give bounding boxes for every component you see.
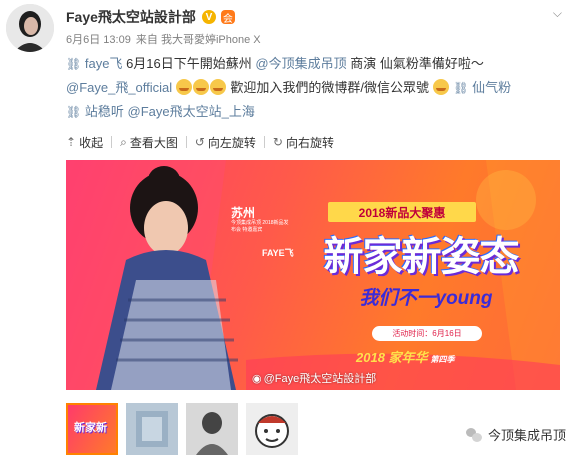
username[interactable]: Faye飛太空站設計部: [66, 7, 196, 27]
brand-name: 今顶集成吊顶: [487, 428, 566, 443]
post-content: ⛓ faye飞 6月16日下午開始蘇州 @今顶集成吊顶 商演 仙氣粉準備好啦～ …: [66, 52, 560, 124]
collapse-button[interactable]: ⇡ 收起: [66, 134, 103, 151]
avatar[interactable]: [6, 4, 54, 52]
banner-city: 苏州: [231, 206, 256, 220]
toolbar-divider: [185, 136, 187, 148]
thumbnail[interactable]: [246, 403, 298, 455]
post-header: Faye飛太空站設計部 V 会: [66, 6, 235, 28]
link-icon: ⛓: [453, 81, 469, 95]
emoji-icon: [432, 79, 449, 95]
post-date[interactable]: 6月6日 13:09: [66, 34, 131, 46]
thumbnail[interactable]: [186, 403, 238, 455]
mention-jinding[interactable]: @今顶集成吊顶: [255, 56, 346, 71]
thumbnail-image: [255, 414, 289, 448]
post-image[interactable]: 苏州 今顶集成吊顶 2018新品发布会 特邀嘉宾 FAYE飞 2018新品大聚惠…: [66, 160, 560, 390]
watermark-text: @Faye飛太空站設計部: [263, 373, 377, 385]
emoji-icon: [192, 79, 209, 95]
post-meta: 6月6日 13:09 来自 我大哥愛婷iPhone X: [66, 31, 261, 47]
emoji-icon: [175, 79, 192, 95]
link-icon: ⛓: [66, 57, 82, 71]
banner-event-date: 活动时间：6月16日: [372, 326, 482, 341]
chevron-down-icon[interactable]: ⌵: [553, 6, 562, 21]
thumbnail-image: [136, 411, 168, 447]
banner-season: 第四季: [430, 355, 455, 364]
content-text: 歡迎加入我們的微博群/微信公眾號: [230, 80, 430, 95]
view-large-label: 查看大图: [129, 135, 178, 150]
thumbnail-strip: 新家新: [66, 403, 306, 455]
rotate-left-button[interactable]: ↺ 向左旋转: [195, 134, 256, 151]
mention-faye[interactable]: faye飞: [85, 56, 123, 71]
zoom-icon: ⌕: [120, 134, 127, 149]
content-line-3: ⛓ 站稳听 @Faye飛太空站_上海: [66, 100, 560, 124]
toolbar-divider: [111, 136, 113, 148]
avatar-image: [6, 4, 54, 52]
weibo-post: Faye飛太空站設計部 V 会 ⌵ 6月6日 13:09 来自 我大哥愛婷iPh…: [0, 0, 580, 462]
banner-title: 新家新姿态: [323, 235, 520, 279]
rotate-right-button[interactable]: ↻ 向右旋转: [273, 134, 334, 151]
source-device[interactable]: 我大哥愛婷iPhone X: [161, 34, 261, 46]
emoji-icon: [209, 79, 226, 95]
banner-tag: 2018新品大聚惠: [328, 202, 476, 222]
banner-year-text: 2018 家年华: [356, 350, 428, 365]
banner-watermark: ◉ @Faye飛太空站設計部: [252, 370, 376, 386]
banner-small-text: 今顶集成吊顶 2018新品发布会 特邀嘉宾: [231, 220, 289, 233]
view-large-button[interactable]: ⌕ 查看大图: [120, 134, 178, 151]
thumbnail[interactable]: 新家新: [66, 403, 118, 455]
source-prefix: 来自: [135, 34, 158, 46]
image-toolbar: ⇡ 收起 ⌕ 查看大图 ↺ 向左旋转 ↻ 向右旋转: [66, 132, 340, 152]
verified-badge-icon: V: [201, 10, 216, 24]
mention-faye-official[interactable]: @Faye_飛_official: [66, 80, 172, 95]
link-xianqifen[interactable]: 仙气粉: [469, 80, 511, 95]
thumbnail-label: 新家新: [74, 422, 107, 434]
content-text: 商演 仙氣粉準備好啦～: [350, 56, 484, 71]
rotate-right-icon: ↻: [272, 135, 283, 149]
content-text: 6月16日下午開始蘇州: [126, 56, 252, 71]
mention-faye-shanghai[interactable]: @Faye飛太空站_上海: [128, 104, 255, 119]
content-line-1: ⛓ faye飞 6月16日下午開始蘇州 @今顶集成吊顶 商演 仙氣粉準備好啦～: [66, 52, 560, 76]
wechat-brand: 今顶集成吊顶: [465, 425, 566, 444]
rotate-left-icon: ↺: [194, 135, 205, 149]
link-icon: ⛓: [66, 105, 82, 119]
banner-year-title: 2018 家年华 第四季: [356, 347, 455, 366]
collapse-icon: ⇡: [66, 135, 77, 149]
toolbar-divider: [263, 136, 265, 148]
rotate-left-label: 向左旋转: [207, 135, 256, 150]
thumbnail-image: [196, 412, 228, 455]
collapse-label: 收起: [79, 135, 104, 150]
content-line-2: @Faye_飛_official 歡迎加入我們的微博群/微信公眾號 ⛓ 仙气粉: [66, 76, 560, 100]
rotate-right-label: 向右旋转: [285, 135, 334, 150]
banner-subtitle: 我们不一young: [359, 288, 493, 309]
thumbnail[interactable]: [126, 403, 178, 455]
weibo-icon: ◉: [252, 373, 262, 385]
member-badge-icon[interactable]: 会: [220, 10, 235, 25]
wechat-icon: [465, 427, 482, 442]
link-zhanwenting[interactable]: 站稳听: [85, 104, 124, 119]
